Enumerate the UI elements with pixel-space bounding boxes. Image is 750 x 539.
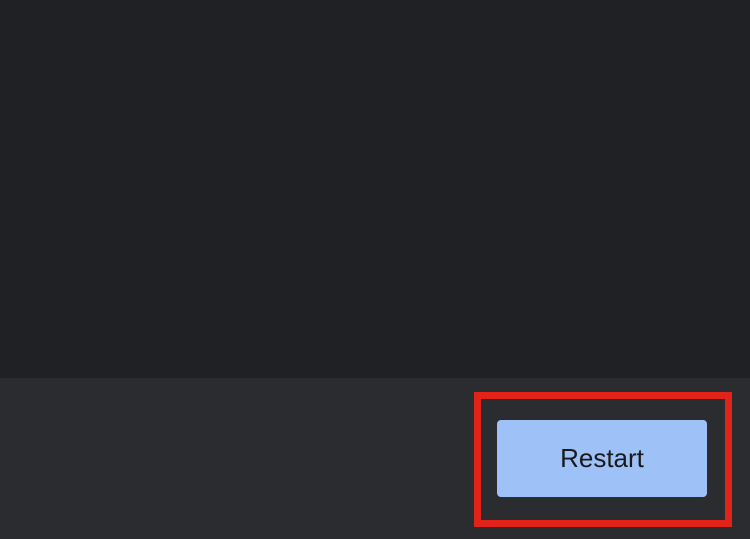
content-area xyxy=(0,0,750,378)
footer-bar: Restart xyxy=(0,378,750,539)
restart-button[interactable]: Restart xyxy=(497,420,707,497)
